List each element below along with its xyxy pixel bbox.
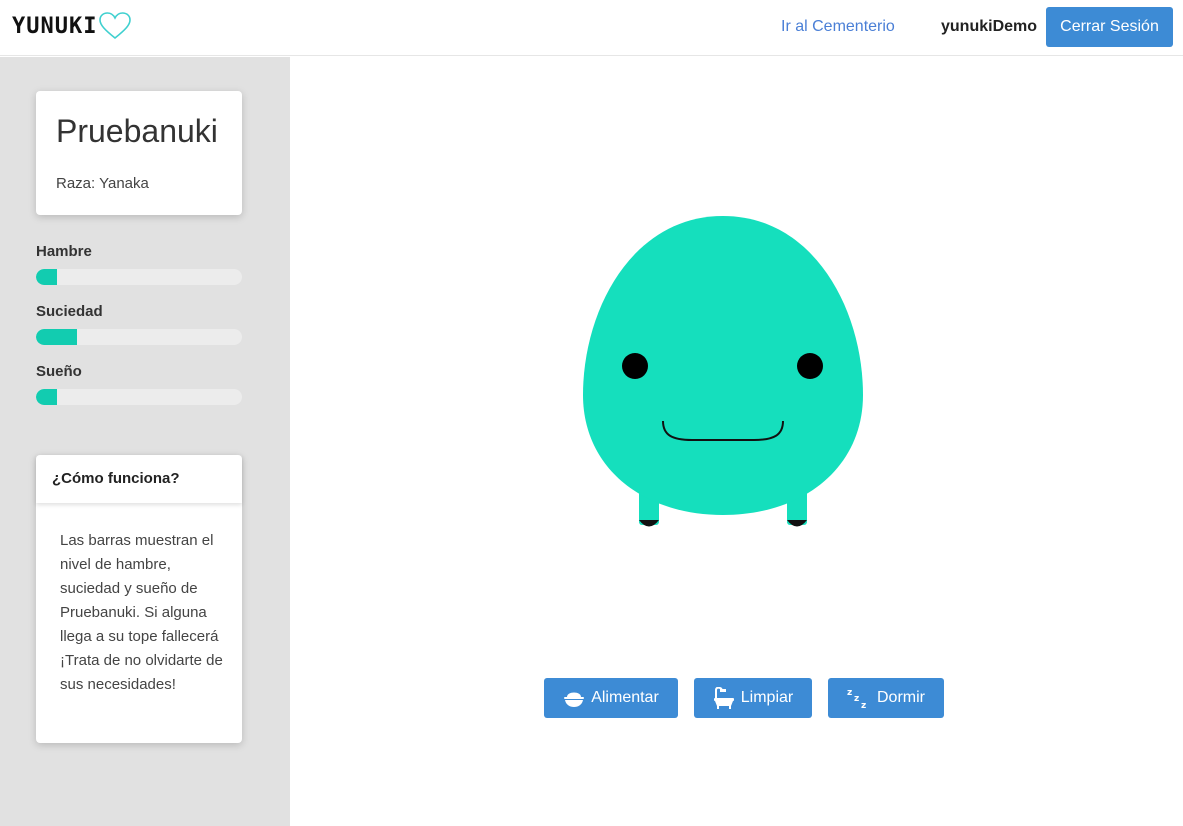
sleep-button[interactable]: z z z Dormir <box>828 678 944 718</box>
pet-breed: Raza: Yanaka <box>56 175 149 192</box>
pet-eye-left <box>622 353 648 379</box>
stat-sleep: Sueño <box>36 363 242 405</box>
stat-label-dirtiness: Suciedad <box>36 303 103 320</box>
svg-text:z: z <box>861 701 866 709</box>
stat-label-hunger: Hambre <box>36 243 92 260</box>
sleep-label: Dormir <box>877 689 925 706</box>
bathtub-icon <box>713 687 734 709</box>
action-buttons: Alimentar Limpiar z z z Dormir <box>544 678 944 718</box>
stat-hunger: Hambre <box>36 243 242 285</box>
clean-button[interactable]: Limpiar <box>694 678 812 718</box>
pet-creature <box>583 216 863 527</box>
heart-icon <box>99 12 132 40</box>
top-navbar: YUNUKI Ir al Cementerio yunukiDemo Cerra… <box>0 0 1183 56</box>
stat-fill-dirtiness <box>36 329 78 345</box>
graveyard-link[interactable]: Ir al Cementerio <box>781 18 895 36</box>
stat-dirtiness: Suciedad <box>36 303 242 345</box>
username-label: yunukiDemo <box>941 18 1038 35</box>
stat-fill-hunger <box>36 269 57 285</box>
svg-text:z: z <box>847 688 852 698</box>
help-title: ¿Cómo funciona? <box>36 455 242 503</box>
help-card: ¿Cómo funciona? Las barras muestran el n… <box>36 455 242 743</box>
pet-info-card: Pruebanuki Raza: Yanaka <box>36 91 242 215</box>
brand-name: YUNUKI <box>12 13 98 39</box>
logout-button[interactable]: Cerrar Sesión <box>1046 7 1173 47</box>
rice-bowl-icon <box>564 692 585 707</box>
feed-button[interactable]: Alimentar <box>544 678 678 718</box>
stat-bar-hunger <box>36 269 242 285</box>
brand-logo[interactable]: YUNUKI <box>12 12 132 40</box>
pet-name: Pruebanuki <box>56 113 218 149</box>
stat-fill-sleep <box>36 389 57 405</box>
clean-label: Limpiar <box>740 689 794 706</box>
stat-label-sleep: Sueño <box>36 363 82 380</box>
main-area: Alimentar Limpiar z z z Dormir <box>290 57 1183 826</box>
help-body: Las barras muestran el nivel de hambre, … <box>60 532 223 693</box>
stat-bar-sleep <box>36 389 242 405</box>
pet-eye-right <box>797 353 823 379</box>
feed-label: Alimentar <box>591 689 659 706</box>
stat-bar-dirtiness <box>36 329 242 345</box>
svg-text:z: z <box>854 694 859 704</box>
sidebar: Pruebanuki Raza: Yanaka Hambre Suciedad … <box>0 57 290 826</box>
zzz-icon: z z z <box>847 688 866 709</box>
